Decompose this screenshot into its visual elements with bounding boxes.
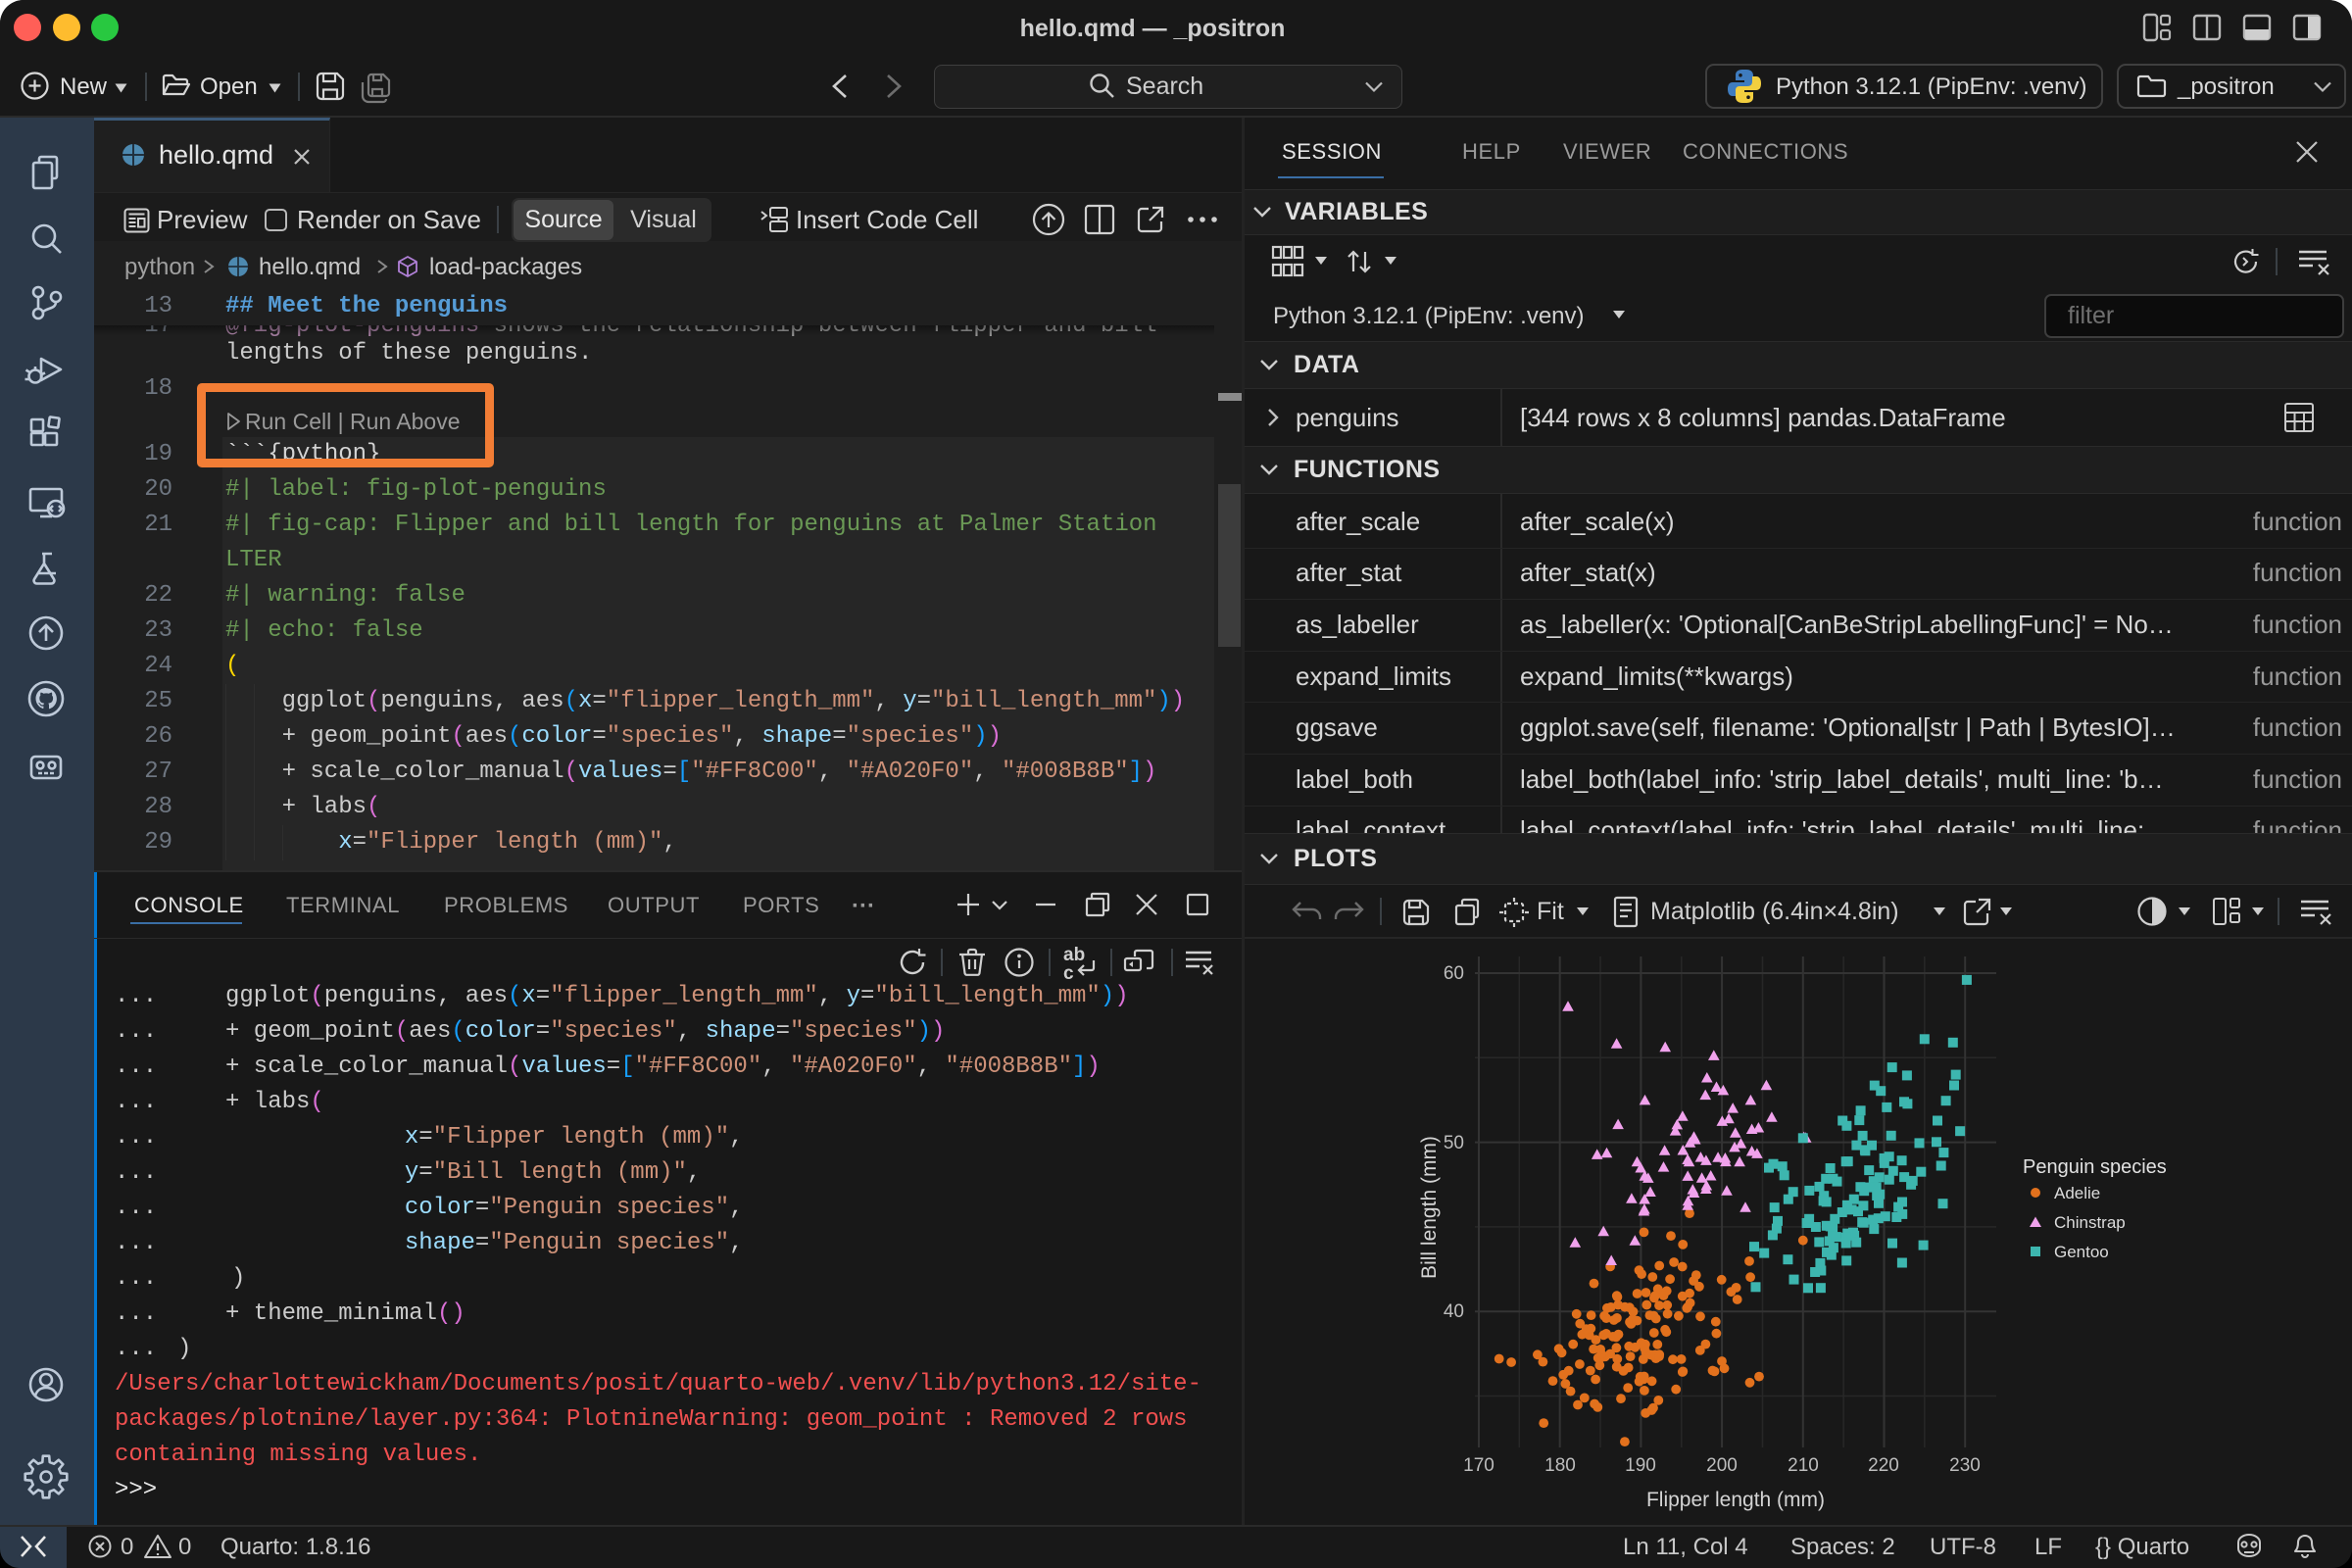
svg-text:Chinstrap: Chinstrap (2054, 1213, 2126, 1232)
svg-text:170: 170 (1463, 1455, 1494, 1476)
svg-text:40: 40 (1444, 1301, 1464, 1322)
svg-text:190: 190 (1625, 1455, 1656, 1476)
svg-text:220: 220 (1868, 1455, 1899, 1476)
svg-text:180: 180 (1544, 1455, 1576, 1476)
svg-text:60: 60 (1444, 963, 1464, 984)
svg-text:Flipper length (mm): Flipper length (mm) (1646, 1489, 1825, 1511)
svg-text:230: 230 (1949, 1455, 1981, 1476)
svg-text:Bill length (mm): Bill length (mm) (1418, 1136, 1441, 1279)
svg-text:Gentoo: Gentoo (2054, 1243, 2109, 1261)
svg-text:Adelie: Adelie (2054, 1184, 2100, 1202)
svg-text:210: 210 (1788, 1455, 1819, 1476)
svg-text:200: 200 (1706, 1455, 1738, 1476)
svg-text:50: 50 (1444, 1133, 1464, 1153)
svg-text:Penguin species: Penguin species (2023, 1156, 2167, 1178)
